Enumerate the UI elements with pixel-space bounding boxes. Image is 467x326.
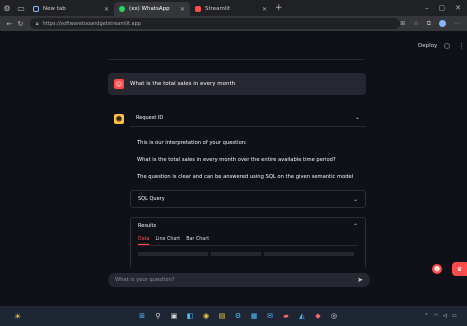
window-controls: – ▢ ✕ bbox=[425, 4, 467, 12]
new-tab-plus-icon[interactable]: + bbox=[275, 3, 283, 13]
chevron-up-icon[interactable]: ⌃ bbox=[353, 223, 358, 230]
taskbar-apps: ⊞ ⚲ ▣ ◧ ◉ ▤ ⚙ ▦ ✉ ▰ ◭ ◆ ◎ bbox=[136, 310, 340, 322]
results-expander: Results ⌃ Data Line Chart Bar Chart bbox=[130, 217, 366, 267]
menu-dots-icon[interactable]: ⋯ bbox=[454, 20, 460, 28]
os-taskbar: ☀ ⊞ ⚲ ▣ ◧ ◉ ▤ ⚙ ▦ ✉ ▰ ◭ ◆ ◎ ⌃ ◠ ◁ ▭ bbox=[0, 306, 467, 326]
wifi-icon[interactable]: ◠ bbox=[434, 313, 438, 319]
chevron-down-icon[interactable]: ⌄ bbox=[353, 196, 358, 203]
person-icon: ☺ bbox=[114, 79, 124, 89]
browser-tab-new[interactable]: New tab ✕ bbox=[28, 2, 114, 16]
close-icon[interactable]: ✕ bbox=[180, 6, 185, 13]
streamlit-app: Deploy ⋮ ☺ What is the total sales in ev… bbox=[0, 31, 467, 306]
battery-icon[interactable]: ▭ bbox=[452, 313, 457, 319]
browser-menu-icon[interactable]: ⚙ bbox=[0, 0, 14, 16]
tab-favicon-icon bbox=[33, 6, 39, 12]
browser-tab-whatsapp[interactable]: (xx) WhatsApp ✕ bbox=[114, 2, 190, 16]
chevron-up-icon[interactable]: ⌃ bbox=[424, 313, 428, 319]
app-icon[interactable]: ▰ bbox=[280, 310, 292, 322]
streamlit-icon bbox=[195, 6, 201, 12]
clock[interactable] bbox=[462, 311, 463, 321]
robot-icon: ☻ bbox=[114, 114, 124, 124]
tab-bar-chart[interactable]: Bar Chart bbox=[186, 237, 209, 245]
assistant-icon[interactable]: ☻ bbox=[432, 264, 442, 274]
browser-tab-strip: ⚙ ▭ New tab ✕ (xx) WhatsApp ✕ Streamlit … bbox=[0, 0, 467, 16]
crown-icon[interactable]: ♛ bbox=[452, 262, 467, 276]
mail-icon[interactable]: ✉ bbox=[264, 310, 276, 322]
windows-start-icon[interactable]: ⊞ bbox=[136, 310, 148, 322]
answerable-note: The question is clear and can be answere… bbox=[137, 174, 354, 180]
browser-tab-streamlit[interactable]: Streamlit ✕ bbox=[190, 2, 272, 16]
whatsapp-icon bbox=[119, 6, 125, 12]
minimize-icon[interactable]: – bbox=[425, 4, 429, 12]
lock-icon[interactable]: 🔒︎ bbox=[36, 21, 39, 27]
store-icon[interactable]: ▦ bbox=[248, 310, 260, 322]
main-menu-icon[interactable]: ⋮ bbox=[458, 42, 465, 50]
reload-icon[interactable]: ↻ bbox=[15, 20, 26, 28]
extensions-icon[interactable]: ⧉ bbox=[427, 20, 431, 28]
widgets-icon[interactable]: ◧ bbox=[184, 310, 196, 322]
interpretation-text: What is the total sales in every month o… bbox=[137, 157, 336, 163]
file-explorer-icon[interactable]: ▤ bbox=[216, 310, 228, 322]
weather-icon[interactable]: ☀ bbox=[14, 312, 21, 321]
settings-gear-icon[interactable]: ⚙ bbox=[232, 310, 244, 322]
close-icon[interactable]: ✕ bbox=[262, 6, 267, 13]
results-header[interactable]: Results ⌃ bbox=[138, 218, 358, 234]
maximize-icon[interactable]: ▢ bbox=[439, 4, 446, 12]
chat-divider bbox=[108, 59, 364, 60]
chat-input-box: ➤ bbox=[108, 273, 370, 287]
tab-label: (xx) WhatsApp bbox=[129, 6, 170, 12]
close-window-icon[interactable]: ✕ bbox=[455, 4, 461, 12]
request-id-expander[interactable]: Request ID ⌄ bbox=[130, 109, 366, 127]
interpretation-intro: This is our interpretation of your quest… bbox=[137, 140, 247, 146]
expander-label: Results bbox=[138, 223, 157, 229]
back-arrow-icon[interactable]: ← bbox=[4, 20, 15, 28]
chrome-icon[interactable]: ◉ bbox=[200, 310, 212, 322]
search-icon[interactable]: ⚲ bbox=[152, 310, 164, 322]
url-text: https://softwaretooandgetstreamlit.app bbox=[42, 20, 141, 27]
running-status-icon bbox=[444, 43, 450, 49]
send-icon[interactable]: ➤ bbox=[357, 276, 363, 284]
tab-label: New tab bbox=[43, 6, 66, 12]
profile-avatar-icon[interactable] bbox=[439, 19, 446, 27]
address-bar[interactable]: 🔒︎ https://softwaretooandgetstreamlit.ap… bbox=[29, 18, 401, 29]
expander-label: SQL Query bbox=[138, 196, 165, 202]
expander-label: Request ID bbox=[136, 114, 164, 121]
sql-query-expander[interactable]: SQL Query ⌄ bbox=[130, 190, 366, 208]
user-message: ☺ What is the total sales in every month bbox=[108, 73, 366, 95]
tab-actions-icon[interactable]: ▭ bbox=[14, 0, 28, 16]
deploy-button[interactable]: Deploy bbox=[418, 43, 437, 49]
question-input[interactable] bbox=[115, 277, 358, 283]
speaker-icon[interactable]: ◁ bbox=[443, 313, 447, 319]
data-table[interactable] bbox=[138, 252, 358, 256]
browser-tools: ⊞ ☆ ⧉ ⋯ bbox=[400, 19, 463, 28]
browser-toolbar: ← ↻ 🔒︎ https://softwaretooandgetstreamli… bbox=[0, 16, 467, 31]
bookmark-star-icon[interactable]: ☆ bbox=[413, 20, 418, 28]
close-icon[interactable]: ✕ bbox=[104, 6, 109, 13]
app-icon[interactable]: ◎ bbox=[328, 310, 340, 322]
user-message-text: What is the total sales in every month bbox=[130, 81, 236, 87]
task-view-icon[interactable]: ▣ bbox=[168, 310, 180, 322]
system-tray: ⌃ ◠ ◁ ▭ bbox=[424, 311, 467, 321]
results-tabs: Data Line Chart Bar Chart bbox=[138, 237, 358, 246]
photos-icon[interactable]: ◭ bbox=[296, 310, 308, 322]
tab-line-chart[interactable]: Line Chart bbox=[155, 237, 180, 245]
tab-data[interactable]: Data bbox=[138, 237, 150, 245]
tab-label: Streamlit bbox=[205, 6, 231, 12]
chevron-down-icon[interactable]: ⌄ bbox=[355, 114, 360, 121]
translate-icon[interactable]: ⊞ bbox=[400, 20, 405, 28]
app-icon[interactable]: ◆ bbox=[312, 310, 324, 322]
